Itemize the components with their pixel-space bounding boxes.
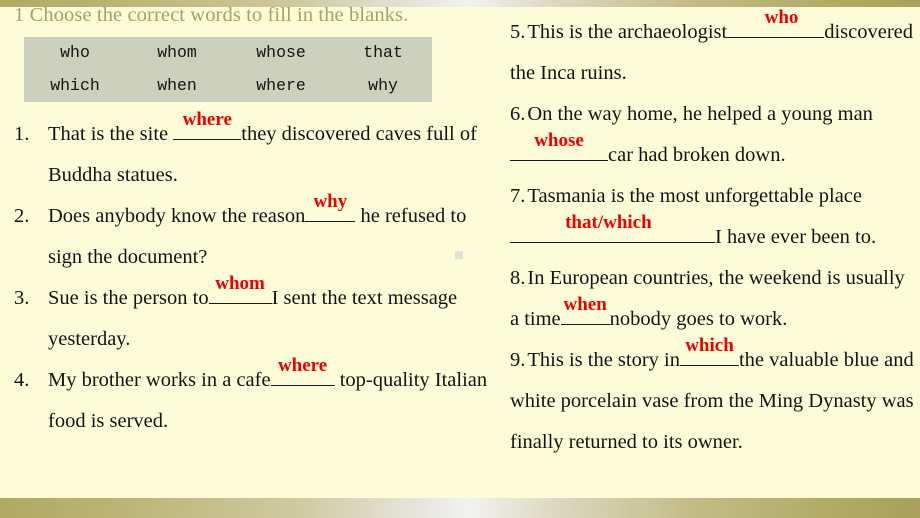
word-bank-cell: where: [256, 75, 306, 95]
answer-blank[interactable]: whom: [208, 274, 272, 304]
slide-canvas: 1 Choose the correct words to fill in th…: [0, 0, 920, 518]
answer-blank[interactable]: why: [305, 192, 356, 222]
bottom-decorative-bar: [0, 498, 920, 518]
question-item: 9.This is the story in which the valuable …: [510, 336, 914, 463]
slide-artifact-square: [455, 251, 463, 259]
word-bank-row: who whom whose that: [24, 37, 432, 70]
question-item: 8.In European countries, the weekend is …: [510, 258, 914, 340]
questions-column-left: 1. That is the site where they discovered …: [14, 110, 492, 442]
question-text-before: This is the story in: [527, 349, 680, 371]
question-number: 1.: [14, 123, 30, 145]
question-text-before: That is the site: [48, 123, 174, 145]
answer-text: which: [685, 335, 734, 357]
question-number: 2.: [14, 205, 30, 227]
answer-text: where: [277, 355, 328, 377]
answer-blank[interactable]: which: [679, 336, 739, 366]
question-text-before: On the way home, he helped a young man: [527, 103, 873, 125]
answer-text: who: [764, 7, 799, 29]
question-text-before: Sue is the person to: [48, 287, 209, 309]
word-bank-table: who whom whose that which when where why: [24, 37, 432, 102]
word-bank-cell: whose: [256, 43, 306, 63]
question-number: 9.: [510, 349, 526, 371]
word-bank-cell: why: [368, 75, 398, 95]
question-number: 6.: [510, 103, 526, 125]
answer-blank[interactable]: who: [727, 8, 825, 38]
question-number: 3.: [14, 287, 30, 309]
question-item: 2. Does anybody know the reason why he ref…: [14, 192, 492, 278]
question-item: 3. Sue is the person to whom I sent the tex…: [14, 274, 492, 360]
answer-text: whose: [534, 130, 584, 152]
word-bank-box: who whom whose that which when where why: [24, 37, 432, 102]
question-text-after: car had broken down.: [608, 144, 786, 166]
word-bank-cell: who: [60, 43, 90, 63]
question-item: 1. That is the site where they discovered …: [14, 110, 492, 196]
question-number: 8.: [510, 267, 526, 289]
answer-text: where: [182, 109, 232, 131]
answer-text: why: [313, 191, 348, 213]
page-title: 1 Choose the correct words to fill in th…: [14, 4, 409, 26]
answer-text: when: [563, 294, 607, 316]
question-number: 5.: [510, 21, 526, 43]
questions-column-right: 5.This is the archaeologist who discovered…: [510, 8, 914, 463]
question-text-after: I have ever been to.: [715, 226, 877, 248]
answer-blank[interactable]: whose: [510, 131, 608, 161]
question-text-before: Tasmania is the most unforgettable place: [527, 185, 863, 207]
question-item: 4. My brother works in a cafe where top-qu…: [14, 356, 492, 442]
question-number: 4.: [14, 369, 30, 391]
answer-text: that/which: [565, 212, 652, 234]
word-bank-row: which when where why: [24, 70, 432, 103]
answer-blank[interactable]: where: [173, 110, 242, 140]
word-bank-cell: whom: [157, 43, 197, 63]
word-bank-cell: when: [157, 75, 197, 95]
question-text-before: My brother works in a cafe: [48, 369, 271, 391]
question-item: 7.Tasmania is the most unforgettable pla…: [510, 176, 914, 258]
question-item: 5.This is the archaeologist who discovered…: [510, 8, 914, 94]
answer-blank[interactable]: that/which: [510, 213, 715, 243]
question-text-before: Does anybody know the reason: [48, 205, 306, 227]
question-text-after: nobody goes to work.: [609, 308, 788, 330]
answer-blank[interactable]: where: [270, 356, 335, 386]
word-bank-cell: that: [363, 43, 403, 63]
question-number: 7.: [510, 185, 526, 207]
word-bank-cell: which: [50, 75, 100, 95]
question-item: 6.On the way home, he helped a young man…: [510, 94, 914, 176]
question-text-before: This is the archaeologist: [527, 21, 728, 43]
answer-text: whom: [215, 273, 265, 295]
answer-blank[interactable]: when: [560, 295, 610, 325]
